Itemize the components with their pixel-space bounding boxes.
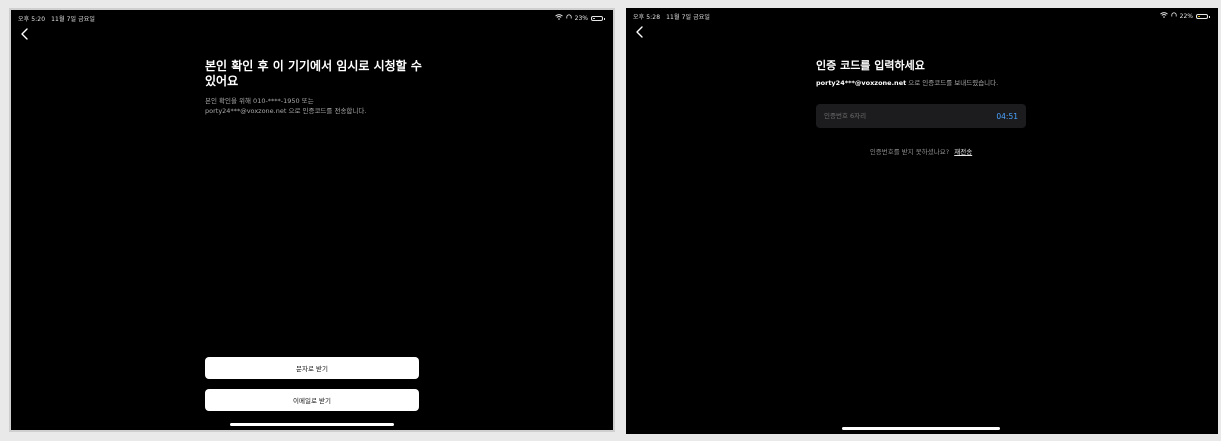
- page-subtitle: porty24***@voxzone.net 으로 인증코드를 보내드렸습니다.: [816, 77, 998, 87]
- headphones-icon: [566, 14, 572, 22]
- countdown-timer: 04:51: [996, 111, 1018, 121]
- battery-percent: 23%: [574, 14, 588, 22]
- battery-charging-icon: [1196, 13, 1210, 19]
- status-time: 오후 5:28: [633, 14, 661, 21]
- headphones-icon: [1171, 12, 1177, 20]
- enter-code-screen: 오후 5:28 11월 7일 금요일 22% 인증 코드를 입력하세요 port…: [626, 8, 1218, 434]
- status-date: 11월 7일 금요일: [666, 14, 711, 21]
- description-line-2: porty24***@voxzone.net 으로 인증코드를 전송합니다.: [205, 107, 367, 115]
- receive-by-email-button[interactable]: 이메일로 받기: [205, 389, 419, 411]
- status-date: 11월 7일 금요일: [51, 16, 96, 23]
- verification-method-screen: 오후 5:20 11월 7일 금요일 23% 본인 확인 후 이 기기에서 임시…: [9, 8, 615, 432]
- masked-email: porty24***@voxzone.net: [816, 79, 907, 87]
- page-title: 인증 코드를 입력하세요: [816, 59, 925, 72]
- battery-fill: [593, 17, 595, 19]
- status-bar-time: 오후 5:20 11월 7일 금요일: [18, 14, 95, 23]
- description-line-1: 본인 확인을 위해 010-****-1950 또는: [205, 97, 314, 105]
- page-description: 본인 확인을 위해 010-****-1950 또는 porty24***@vo…: [205, 96, 445, 116]
- resend-prompt: 인증번호를 받지 못하셨나요?: [869, 148, 950, 156]
- page-title: 본인 확인 후 이 기기에서 임시로 시청할 수 있어요: [205, 59, 422, 88]
- wifi-icon: [1159, 12, 1168, 20]
- verification-code-field[interactable]: 04:51: [816, 104, 1026, 128]
- chevron-left-icon[interactable]: [632, 24, 648, 40]
- battery-icon: [591, 15, 605, 21]
- wifi-icon: [554, 14, 563, 22]
- status-bar-right: 23%: [554, 14, 605, 22]
- home-indicator[interactable]: [842, 427, 1000, 430]
- subtitle-text: 으로 인증코드를 보내드렸습니다.: [906, 79, 999, 87]
- battery-percent: 22%: [1179, 12, 1193, 20]
- chevron-left-icon[interactable]: [17, 26, 33, 42]
- status-bar-time: 오후 5:28 11월 7일 금요일: [633, 12, 710, 21]
- resend-row: 인증번호를 받지 못하셨나요? 재전송: [816, 146, 1026, 156]
- status-time: 오후 5:20: [18, 16, 46, 23]
- status-bar-right: 22%: [1159, 12, 1210, 20]
- resend-link[interactable]: 재전송: [954, 148, 972, 156]
- receive-by-sms-button[interactable]: 문자로 받기: [205, 357, 419, 379]
- verification-code-input[interactable]: [824, 112, 964, 120]
- home-indicator[interactable]: [230, 423, 394, 426]
- battery-fill: [1198, 15, 1200, 17]
